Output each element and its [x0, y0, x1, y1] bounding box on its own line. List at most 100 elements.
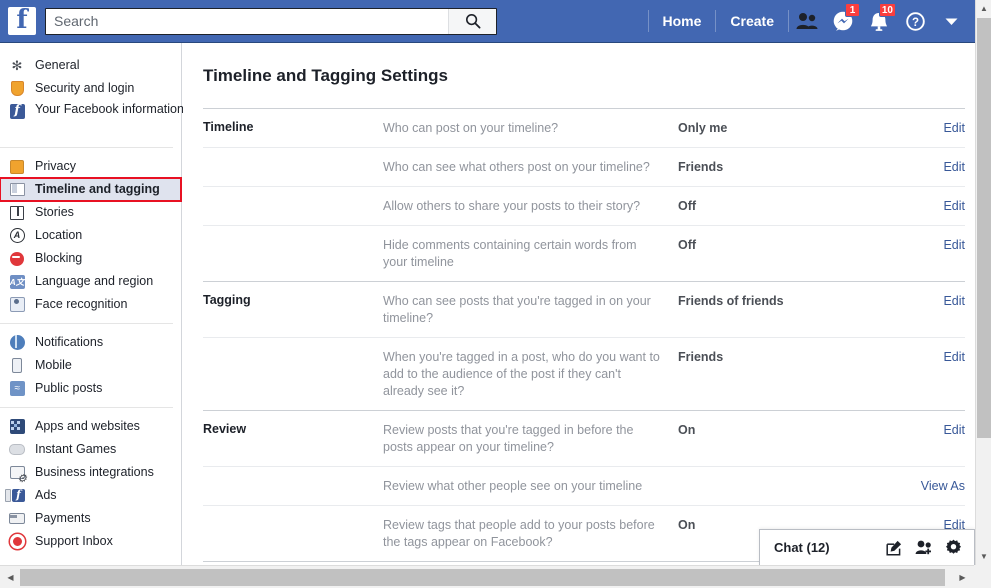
notifications-badge: 10 [878, 2, 896, 17]
settings-sidebar: General Security and login f Your Facebo… [0, 43, 184, 565]
sidebar-label-timeline-and-tagging: Timeline and tagging [35, 182, 160, 196]
sidebar-label-location: Location [35, 228, 83, 242]
row-question: Hide comments containing certain words f… [383, 238, 637, 269]
scroll-left-arrow-icon[interactable]: ◀ [2, 568, 19, 587]
sidebar-item-apps-and-websites[interactable]: Apps and websites [0, 415, 181, 438]
settings-row: Tagging Who can see posts that you're ta… [203, 282, 965, 337]
row-value: On [678, 423, 696, 437]
sidebar-item-instant-games[interactable]: Instant Games [0, 438, 181, 461]
help-icon: ? [905, 11, 925, 31]
scroll-right-arrow-icon[interactable]: ▶ [954, 568, 971, 587]
row-edit-link[interactable]: Edit [895, 349, 965, 366]
chat-settings-button[interactable] [945, 539, 962, 556]
row-value: Off [678, 238, 697, 252]
sidebar-label-stories: Stories [35, 205, 74, 219]
section-label-timeline: Timeline [203, 120, 254, 134]
shield-icon [8, 80, 26, 98]
mobile-icon [8, 357, 26, 375]
settings-section-timeline: Timeline Who can post on your timeline? … [203, 109, 965, 282]
sidebar-item-privacy[interactable]: Privacy [0, 155, 181, 178]
sidebar-label-apps-and-websites: Apps and websites [35, 419, 140, 433]
sidebar-label-notifications: Notifications [35, 335, 104, 349]
sidebar-item-blocking[interactable]: Blocking [0, 247, 181, 270]
nav-home-link[interactable]: Home [649, 0, 716, 43]
messenger-button[interactable]: 1 [825, 0, 861, 43]
settings-table: Timeline Who can post on your timeline? … [203, 108, 965, 562]
sidebar-item-stories[interactable]: Stories [0, 201, 181, 224]
svg-text:?: ? [911, 17, 918, 29]
scroll-up-arrow-icon[interactable]: ▲ [976, 0, 991, 17]
gamepad-icon [8, 441, 26, 459]
sidebar-label-privacy: Privacy [35, 159, 76, 173]
row-edit-link[interactable]: Edit [895, 293, 965, 310]
row-edit-link[interactable]: Edit [895, 422, 965, 439]
sidebar-item-security-and-login[interactable]: Security and login [0, 77, 181, 100]
sidebar-item-payments[interactable]: Payments [0, 507, 181, 530]
sidebar-item-public-posts[interactable]: ≈ Public posts [0, 377, 181, 400]
sidebar-item-face-recognition[interactable]: Face recognition [0, 293, 181, 316]
row-value: Friends [678, 160, 724, 174]
row-edit-link[interactable]: Edit [895, 237, 965, 254]
help-button[interactable]: ? [897, 0, 933, 43]
vertical-scrollbar[interactable]: ▲ ▼ [975, 0, 991, 565]
sidebar-item-ads[interactable]: f Ads [0, 484, 181, 507]
row-question: Who can see what others post on your tim… [383, 160, 650, 174]
settings-row: Review Review posts that you're tagged i… [203, 411, 965, 466]
horizontal-scrollbar-thumb[interactable] [20, 569, 945, 586]
facebook-icon: f [8, 102, 26, 120]
sidebar-item-mobile[interactable]: Mobile [0, 354, 181, 377]
sidebar-label-security-and-login: Security and login [35, 81, 135, 95]
friend-list-button[interactable] [915, 540, 932, 555]
search-box[interactable] [45, 7, 497, 35]
nav-create-link[interactable]: Create [716, 0, 788, 43]
sidebar-divider-2 [0, 323, 173, 324]
row-edit-link[interactable]: Edit [895, 159, 965, 176]
sidebar-item-support-inbox[interactable]: Support Inbox [0, 530, 181, 553]
apps-icon [8, 418, 26, 436]
gear-icon [946, 539, 961, 554]
scroll-down-arrow-icon[interactable]: ▼ [976, 548, 991, 565]
facebook-logo[interactable]: f [8, 7, 36, 35]
search-input[interactable] [46, 8, 448, 34]
account-dropdown-button[interactable] [933, 0, 969, 43]
sidebar-label-your-facebook-information: Your Facebook information [35, 102, 184, 116]
chat-bar[interactable]: Chat (12) [759, 529, 975, 565]
sidebar-item-notifications[interactable]: Notifications [0, 331, 181, 354]
row-edit-link[interactable]: Edit [895, 198, 965, 215]
friend-list-icon [915, 540, 931, 555]
sidebar-item-your-facebook-information[interactable]: f Your Facebook information [0, 100, 184, 140]
vertical-scrollbar-thumb[interactable] [977, 18, 991, 438]
payments-icon [8, 510, 26, 528]
settings-section-tagging: Tagging Who can see posts that you're ta… [203, 282, 965, 411]
sidebar-item-general[interactable]: General [0, 54, 181, 77]
sidebar-label-payments: Payments [35, 511, 91, 525]
row-edit-link[interactable]: Edit [895, 120, 965, 137]
sidebar-item-language-and-region[interactable]: A文 Language and region [0, 270, 181, 293]
row-question: Review posts that you're tagged in befor… [383, 423, 634, 454]
friend-requests-button[interactable] [789, 0, 825, 43]
row-question: Review tags that people add to your post… [383, 518, 655, 549]
sidebar-label-general: General [35, 58, 80, 72]
settings-row: Who can see what others post on your tim… [203, 147, 965, 186]
row-question: Who can post on your timeline? [383, 121, 559, 135]
new-message-button[interactable] [886, 540, 902, 556]
chat-icon-group [886, 539, 962, 556]
language-icon: A文 [9, 274, 25, 289]
lock-icon [8, 158, 26, 176]
row-view-as-link[interactable]: View As [895, 478, 965, 495]
business-icon [8, 464, 26, 482]
search-button[interactable] [448, 8, 496, 34]
chat-label: Chat (12) [774, 540, 830, 555]
settings-row: Review what other people see on your tim… [203, 466, 965, 505]
sidebar-label-ads: Ads [35, 488, 57, 502]
sidebar-item-timeline-and-tagging[interactable]: Timeline and tagging [0, 177, 182, 202]
horizontal-scrollbar[interactable]: ◀ ▶ [0, 565, 991, 588]
sidebar-item-business-integrations[interactable]: Business integrations [0, 461, 181, 484]
sidebar-label-face-recognition: Face recognition [35, 297, 128, 311]
search-icon [465, 13, 481, 29]
row-value: Off [678, 199, 697, 213]
notifications-button[interactable]: 10 [861, 0, 897, 43]
sidebar-item-location[interactable]: A Location [0, 224, 181, 247]
row-value: Friends [678, 350, 724, 364]
general-icon [8, 57, 26, 75]
